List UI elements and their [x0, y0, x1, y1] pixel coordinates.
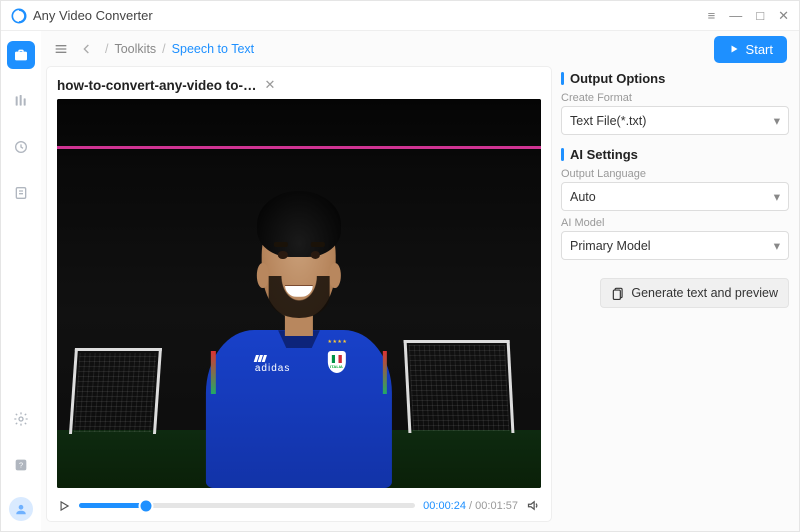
- rail-item-settings[interactable]: [7, 405, 35, 433]
- person: adidas ★★★★ ITALIA: [183, 185, 415, 488]
- minimize-icon[interactable]: —: [729, 9, 742, 22]
- document-icon: [611, 286, 625, 300]
- app-logo-icon: [11, 8, 27, 24]
- close-icon[interactable]: ✕: [778, 9, 789, 22]
- label-create-format: Create Format: [561, 92, 789, 104]
- chevron-down-icon: ▾: [774, 238, 780, 253]
- time-current: 00:00:24: [423, 500, 466, 512]
- menu-icon[interactable]: ≡: [708, 9, 716, 22]
- select-output-language[interactable]: Auto ▾: [561, 182, 789, 211]
- seek-slider[interactable]: [79, 503, 415, 508]
- clock-icon: [13, 139, 29, 155]
- breadcrumb-toolkits[interactable]: Toolkits: [114, 42, 156, 56]
- rail-item-notes[interactable]: [7, 179, 35, 207]
- avatar[interactable]: [9, 497, 33, 521]
- generate-button[interactable]: Generate text and preview: [600, 278, 789, 308]
- window-controls: ≡ — □ ✕: [708, 9, 789, 22]
- jersey-crest: ITALIA: [327, 351, 345, 373]
- label-output-language: Output Language: [561, 168, 789, 180]
- volume-button[interactable]: [526, 498, 541, 513]
- time-display: 00:00:24 / 00:01:57: [423, 500, 518, 512]
- rail-item-history[interactable]: [7, 133, 35, 161]
- play-icon: [728, 43, 740, 55]
- app-window: Any Video Converter ≡ — □ ✕: [0, 0, 800, 532]
- hamburger-icon[interactable]: [53, 41, 69, 57]
- file-close-icon[interactable]: ✕: [265, 77, 276, 93]
- file-name: how-to-convert-any-video to-…: [57, 78, 257, 93]
- play-button[interactable]: [57, 499, 71, 513]
- topbar: / Toolkits / Speech to Text Start: [41, 31, 799, 67]
- breadcrumb-sep: /: [162, 42, 165, 56]
- rail-item-toolkits[interactable]: [7, 41, 35, 69]
- section-output-options: Output Options: [561, 71, 789, 86]
- rail-item-library[interactable]: [7, 87, 35, 115]
- section-title-label: AI Settings: [570, 147, 638, 162]
- select-value: Primary Model: [570, 239, 651, 253]
- breadcrumb: / Toolkits / Speech to Text: [105, 42, 254, 56]
- select-ai-model[interactable]: Primary Model ▾: [561, 231, 789, 260]
- titlebar: Any Video Converter ≡ — □ ✕: [1, 1, 799, 31]
- player-card: how-to-convert-any-video to-… ✕: [47, 67, 551, 521]
- chevron-down-icon: ▾: [774, 113, 780, 128]
- video-frame: adidas ★★★★ ITALIA: [57, 99, 541, 488]
- left-rail: ?: [1, 31, 41, 531]
- breadcrumb-sep: /: [105, 42, 108, 56]
- maximize-icon[interactable]: □: [756, 9, 764, 22]
- briefcase-icon: [13, 47, 29, 63]
- breadcrumb-speech-to-text[interactable]: Speech to Text: [172, 42, 254, 56]
- bars-icon: [13, 93, 29, 109]
- jersey-brand-label: adidas: [255, 363, 290, 374]
- select-value: Text File(*.txt): [570, 114, 646, 128]
- file-row: how-to-convert-any-video to-… ✕: [57, 77, 541, 93]
- help-icon: ?: [13, 457, 29, 473]
- crest-stars-icon: ★★★★: [327, 339, 345, 345]
- select-value: Auto: [570, 190, 596, 204]
- player-controls: 00:00:24 / 00:01:57: [57, 488, 541, 513]
- gear-icon: [13, 411, 29, 427]
- rail-item-help[interactable]: ?: [7, 451, 35, 479]
- select-create-format[interactable]: Text File(*.txt) ▾: [561, 106, 789, 135]
- label-ai-model: AI Model: [561, 217, 789, 229]
- crest-text: ITALIA: [330, 364, 343, 369]
- generate-button-label: Generate text and preview: [631, 286, 778, 300]
- start-button-label: Start: [746, 42, 773, 57]
- side-panel: Output Options Create Format Text File(*…: [561, 67, 789, 521]
- section-title-label: Output Options: [570, 71, 665, 86]
- italy-flag-icon: [331, 355, 341, 363]
- section-ai-settings: AI Settings: [561, 147, 789, 162]
- jersey-brand: adidas: [255, 355, 290, 374]
- user-icon: [14, 502, 28, 516]
- start-button[interactable]: Start: [714, 36, 787, 63]
- back-icon[interactable]: [79, 41, 95, 57]
- note-icon: [13, 185, 29, 201]
- time-duration: 00:01:57: [475, 500, 518, 512]
- app-title: Any Video Converter: [33, 8, 153, 23]
- video-preview[interactable]: adidas ★★★★ ITALIA: [57, 99, 541, 488]
- chevron-down-icon: ▾: [774, 189, 780, 204]
- svg-text:?: ?: [19, 461, 23, 470]
